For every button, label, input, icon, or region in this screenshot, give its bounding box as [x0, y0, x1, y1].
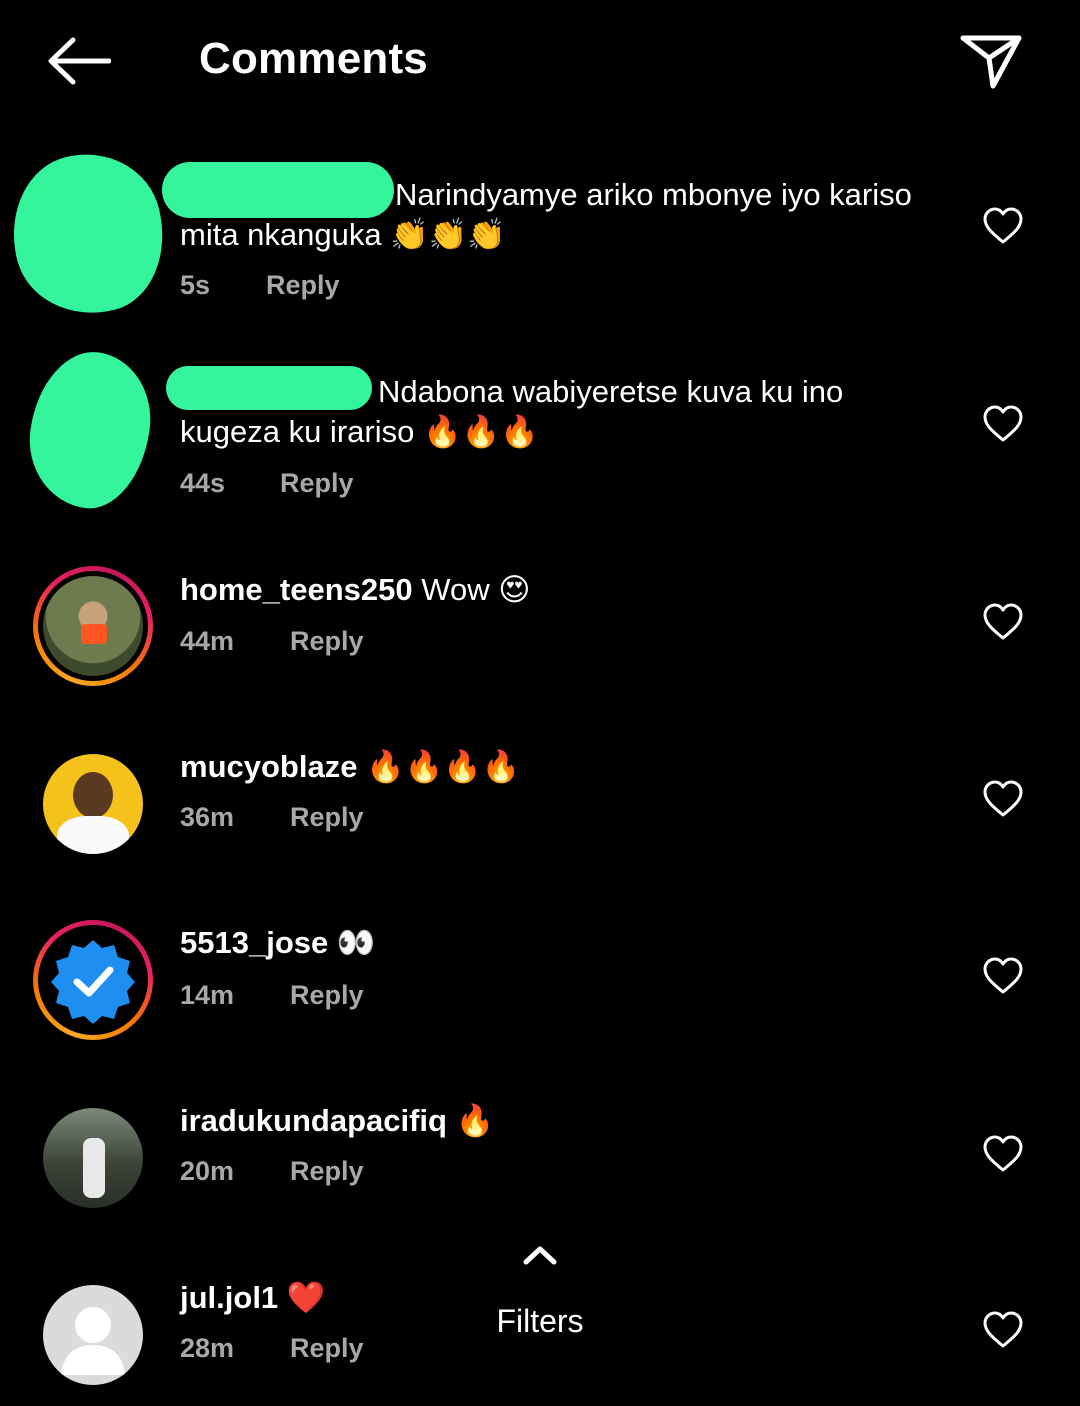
redaction-scribble — [0, 138, 181, 330]
reply-button[interactable]: Reply — [266, 270, 340, 301]
avatar[interactable] — [20, 344, 160, 516]
avatar[interactable] — [33, 1275, 153, 1395]
comment-body: 👀 — [336, 925, 376, 960]
comment-body: Narindyamye ariko mbonye iyo kariso mita… — [180, 177, 912, 252]
back-button[interactable] — [40, 30, 115, 92]
comment-meta: 36m Reply — [180, 802, 364, 833]
comment-body: 🔥 — [455, 1103, 495, 1138]
heart-icon[interactable] — [982, 1134, 1024, 1174]
reply-button[interactable]: Reply — [280, 468, 354, 499]
comment-time: 14m — [180, 980, 235, 1010]
verified-badge-icon — [51, 940, 135, 1024]
comment-body: Ndabona wabiyeretse kuva ku ino kugeza k… — [180, 374, 844, 449]
heart-icon[interactable] — [982, 1310, 1024, 1350]
comment-time: 36m — [180, 802, 235, 832]
comment-username[interactable]: home_teens250 — [180, 572, 413, 607]
comment-meta: 28m Reply — [180, 1333, 364, 1364]
default-user-icon — [61, 1307, 125, 1375]
comment-time: 20m — [180, 1156, 235, 1186]
comment-text: 5513_jose 👀 — [180, 923, 950, 963]
avatar[interactable] — [33, 744, 153, 864]
avatar[interactable] — [0, 138, 181, 330]
comment-meta: 14m Reply — [180, 980, 364, 1011]
comment-time: 28m — [180, 1333, 235, 1363]
profile-photo — [43, 576, 143, 676]
redaction-scribble — [20, 344, 160, 516]
arrow-left-icon — [48, 37, 111, 85]
filters-button[interactable]: Filters — [480, 1240, 600, 1340]
comment-text: Ndabona wabiyeretse kuva ku ino kugeza k… — [180, 372, 950, 452]
comment-text: Narindyamye ariko mbonye iyo kariso mita… — [180, 175, 950, 255]
comment-time: 44m — [180, 626, 235, 656]
avatar[interactable] — [33, 566, 153, 686]
paper-plane-icon — [960, 35, 1022, 89]
comment-body: Wow 😍 — [421, 572, 531, 607]
comment-username[interactable]: 5513_jose — [180, 925, 328, 960]
header-bar: Comments — [0, 0, 1080, 125]
comment-username[interactable]: mucyoblaze — [180, 749, 357, 784]
comment-time: 44s — [180, 468, 226, 498]
comment-body: 🔥🔥🔥🔥 — [366, 749, 521, 784]
comment-text: mucyoblaze 🔥🔥🔥🔥 — [180, 747, 950, 787]
comment-text: home_teens250 Wow 😍 — [180, 570, 950, 610]
page-title: Comments — [199, 34, 428, 83]
profile-photo — [43, 754, 143, 854]
reply-button[interactable]: Reply — [290, 626, 364, 657]
heart-icon[interactable] — [982, 404, 1024, 444]
avatar[interactable] — [33, 920, 153, 1040]
comment-time: 5s — [180, 270, 211, 300]
profile-photo-placeholder — [43, 1285, 143, 1385]
comment-username[interactable]: iradukundapacifiq — [180, 1103, 447, 1138]
reply-button[interactable]: Reply — [290, 1333, 364, 1364]
avatar[interactable] — [33, 1098, 153, 1218]
heart-icon[interactable] — [982, 779, 1024, 819]
comment-meta: 20m Reply — [180, 1156, 364, 1187]
heart-icon[interactable] — [982, 206, 1024, 246]
share-button[interactable] — [955, 26, 1027, 94]
chevron-up-icon — [523, 1246, 557, 1265]
comment-meta: 44m Reply — [180, 626, 364, 657]
comment-body: ❤️ — [286, 1280, 326, 1315]
reply-button[interactable]: Reply — [290, 802, 364, 833]
profile-photo — [43, 930, 143, 1030]
comment-username[interactable]: jul.jol1 — [180, 1280, 278, 1315]
reply-button[interactable]: Reply — [290, 1156, 364, 1187]
heart-icon[interactable] — [982, 602, 1024, 642]
profile-photo — [43, 1108, 143, 1208]
reply-button[interactable]: Reply — [290, 980, 364, 1011]
comment-text: iradukundapacifiq 🔥 — [180, 1101, 950, 1141]
comment-meta: 44s Reply — [180, 468, 354, 499]
comment-meta: 5s Reply — [180, 270, 340, 301]
heart-icon[interactable] — [982, 956, 1024, 996]
filters-label: Filters — [496, 1303, 584, 1339]
